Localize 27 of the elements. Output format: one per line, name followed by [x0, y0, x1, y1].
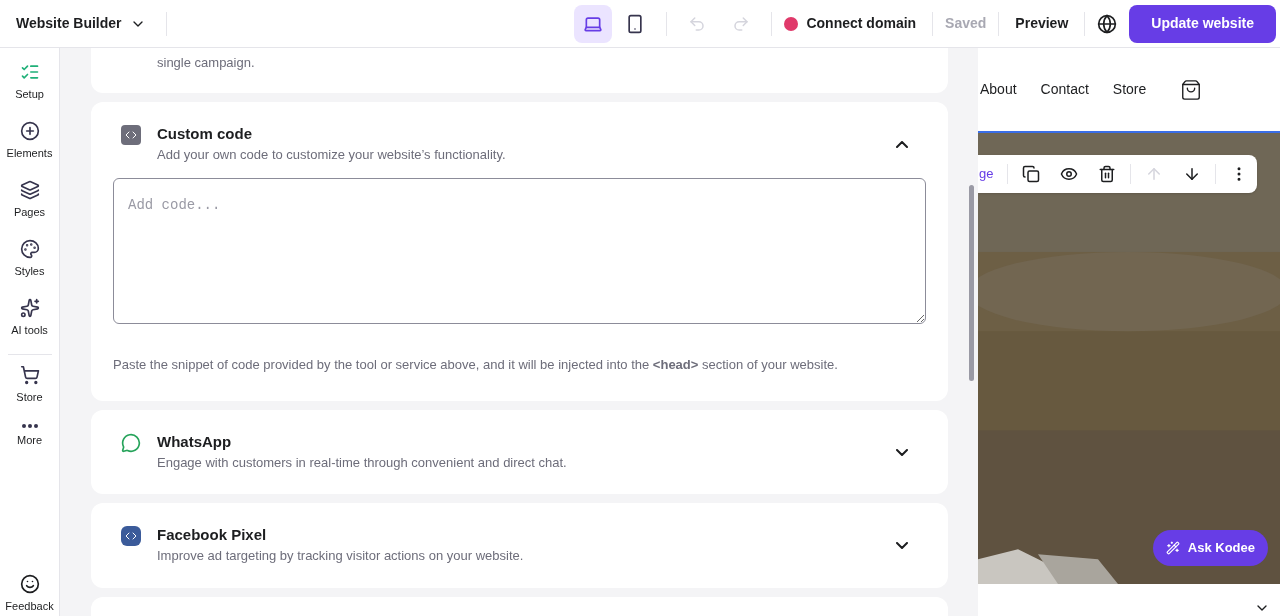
site-nav-link[interactable]: Contact — [1040, 79, 1089, 100]
integration-description: Add your own code to customize your website’s functionality. — [157, 145, 507, 164]
preview-button[interactable]: Preview — [1011, 13, 1073, 34]
app-menu-button[interactable]: Website Builder — [0, 13, 158, 34]
sidebar-item[interactable]: Setup — [0, 62, 59, 121]
sidebar-item[interactable]: Pages — [0, 180, 59, 239]
update-website-button[interactable]: Update website — [1129, 4, 1276, 43]
toolbar-label[interactable]: ge — [978, 164, 994, 184]
connect-domain-button[interactable]: Connect domain — [780, 13, 921, 34]
sidebar-item[interactable]: Store — [0, 365, 59, 424]
code-field[interactable]: Add code... — [113, 178, 926, 324]
site-nav-link[interactable]: Store — [1112, 79, 1147, 100]
integration-description: Engage with customers in real-time through convenient and direct chat. — [157, 453, 568, 472]
sidebar-item[interactable]: Styles — [0, 239, 59, 298]
integration-title: Facebook Pixel — [157, 525, 268, 545]
card-description: single campaign. — [157, 54, 256, 72]
integration-description: Improve ad targeting by tracking visitor actions on your website. — [157, 547, 525, 565]
feedback-button[interactable]: Feedback — [5, 573, 54, 616]
sidebar-item[interactable]: Elements — [0, 121, 59, 180]
ask-kodee-button[interactable]: Ask Kodee — [1152, 530, 1268, 566]
integration-title: WhatsApp — [157, 431, 233, 452]
site-nav-link[interactable]: About — [980, 79, 1017, 100]
integration-title: Custom code — [157, 123, 253, 144]
code-note: Paste the snippet of code provided by the tool or service above, and it will be injected into the <head> section of your website. — [113, 356, 839, 374]
save-status: Saved — [945, 14, 987, 33]
sidebar-item[interactable]: More — [0, 424, 59, 483]
sidebar-item[interactable]: AI tools — [0, 298, 59, 357]
